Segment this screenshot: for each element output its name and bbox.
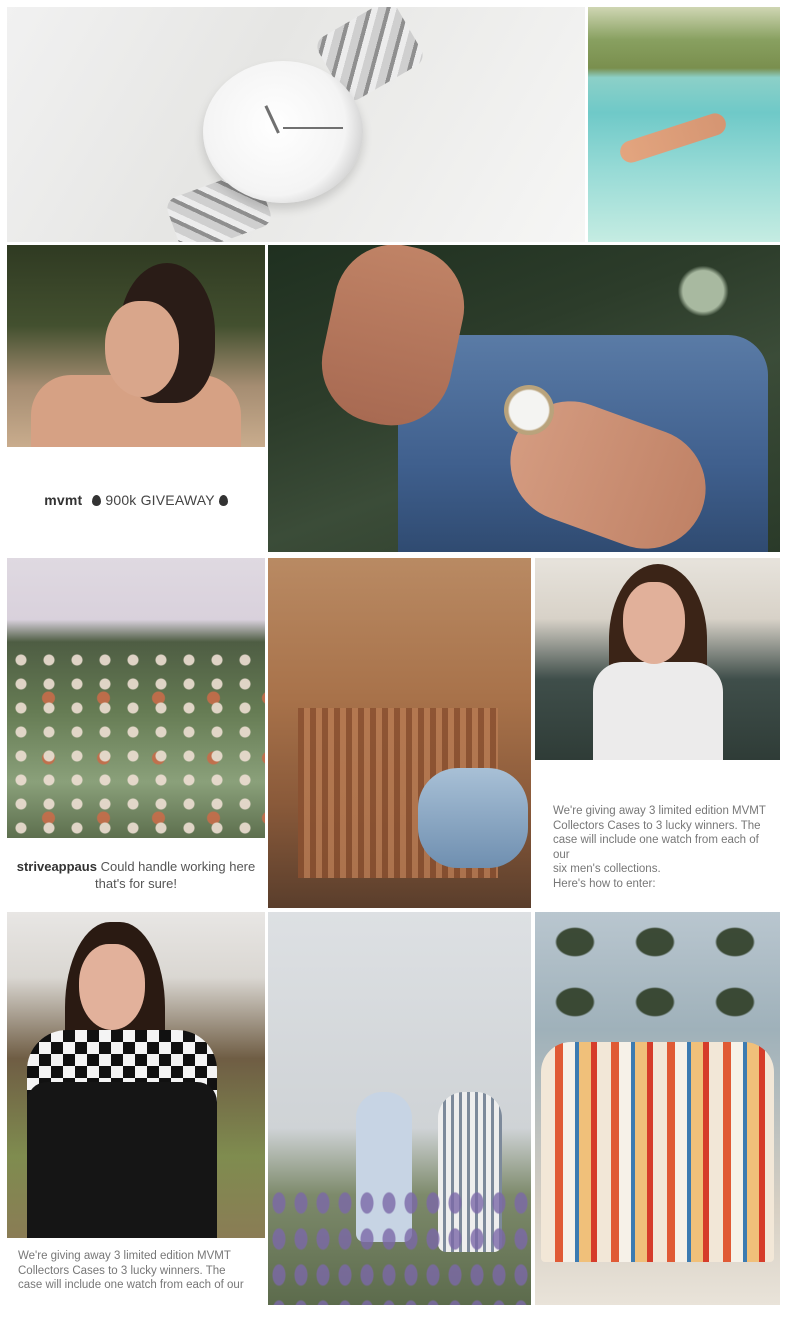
watch-face bbox=[203, 61, 363, 203]
description-line: We're giving away 3 limited edition MVMT bbox=[18, 1250, 231, 1262]
watch-photo[interactable] bbox=[7, 7, 585, 242]
person-face bbox=[623, 582, 685, 664]
fringe-photo[interactable] bbox=[268, 558, 531, 908]
person-face bbox=[105, 301, 179, 397]
smiling-woman-photo[interactable] bbox=[535, 558, 780, 760]
woman-portrait-photo[interactable] bbox=[7, 245, 265, 447]
description-line: case will include one watch from each of… bbox=[553, 834, 759, 861]
flower-heads bbox=[7, 648, 265, 838]
lupin-flowers bbox=[268, 1185, 531, 1305]
wrist-watch bbox=[504, 385, 554, 435]
description-line: We're giving away 3 limited edition MVMT bbox=[553, 805, 766, 817]
description-line: six men's collections. bbox=[553, 863, 661, 875]
jacket-body bbox=[27, 1082, 217, 1238]
description-line: Here's how to enter: bbox=[553, 877, 656, 890]
palm-trees bbox=[535, 912, 780, 1062]
checkered-jacket-photo[interactable] bbox=[7, 912, 265, 1238]
comment-text: Could handle working here that's for sur… bbox=[95, 859, 256, 891]
giveaway-card: mvmt 900k GIVEAWAY bbox=[7, 448, 265, 552]
person-face bbox=[79, 944, 145, 1030]
giveaway-caption: mvmt 900k GIVEAWAY bbox=[44, 492, 228, 508]
description-line: Collectors Cases to 3 lucky winners. The bbox=[18, 1264, 226, 1277]
two-girls-photo[interactable] bbox=[268, 912, 531, 1305]
jeans-watch-photo[interactable] bbox=[268, 245, 780, 552]
giveaway-title: 900k GIVEAWAY bbox=[105, 492, 215, 508]
comment-card: striveappaus Could handle working here t… bbox=[7, 838, 265, 908]
description-card: We're giving away 3 limited edition MVMT… bbox=[535, 760, 780, 906]
description-line: case will include one watch from each of… bbox=[18, 1279, 244, 1291]
denim-shorts bbox=[418, 768, 528, 868]
drop-icon bbox=[218, 494, 228, 506]
giveaway-username[interactable]: mvmt bbox=[44, 492, 82, 508]
comment-username[interactable]: striveappaus bbox=[17, 859, 97, 874]
person-top bbox=[593, 662, 723, 760]
surfboards-photo[interactable] bbox=[535, 912, 780, 1305]
watch-hand bbox=[283, 127, 343, 129]
description-line: Collectors Cases to 3 lucky winners. The bbox=[553, 819, 761, 832]
underwater-photo[interactable] bbox=[588, 7, 780, 242]
drop-icon bbox=[92, 494, 102, 506]
surfboard-rack bbox=[541, 1042, 774, 1262]
flowers-photo[interactable] bbox=[7, 558, 265, 838]
description-card: We're giving away 3 limited edition MVMT… bbox=[7, 1239, 265, 1307]
